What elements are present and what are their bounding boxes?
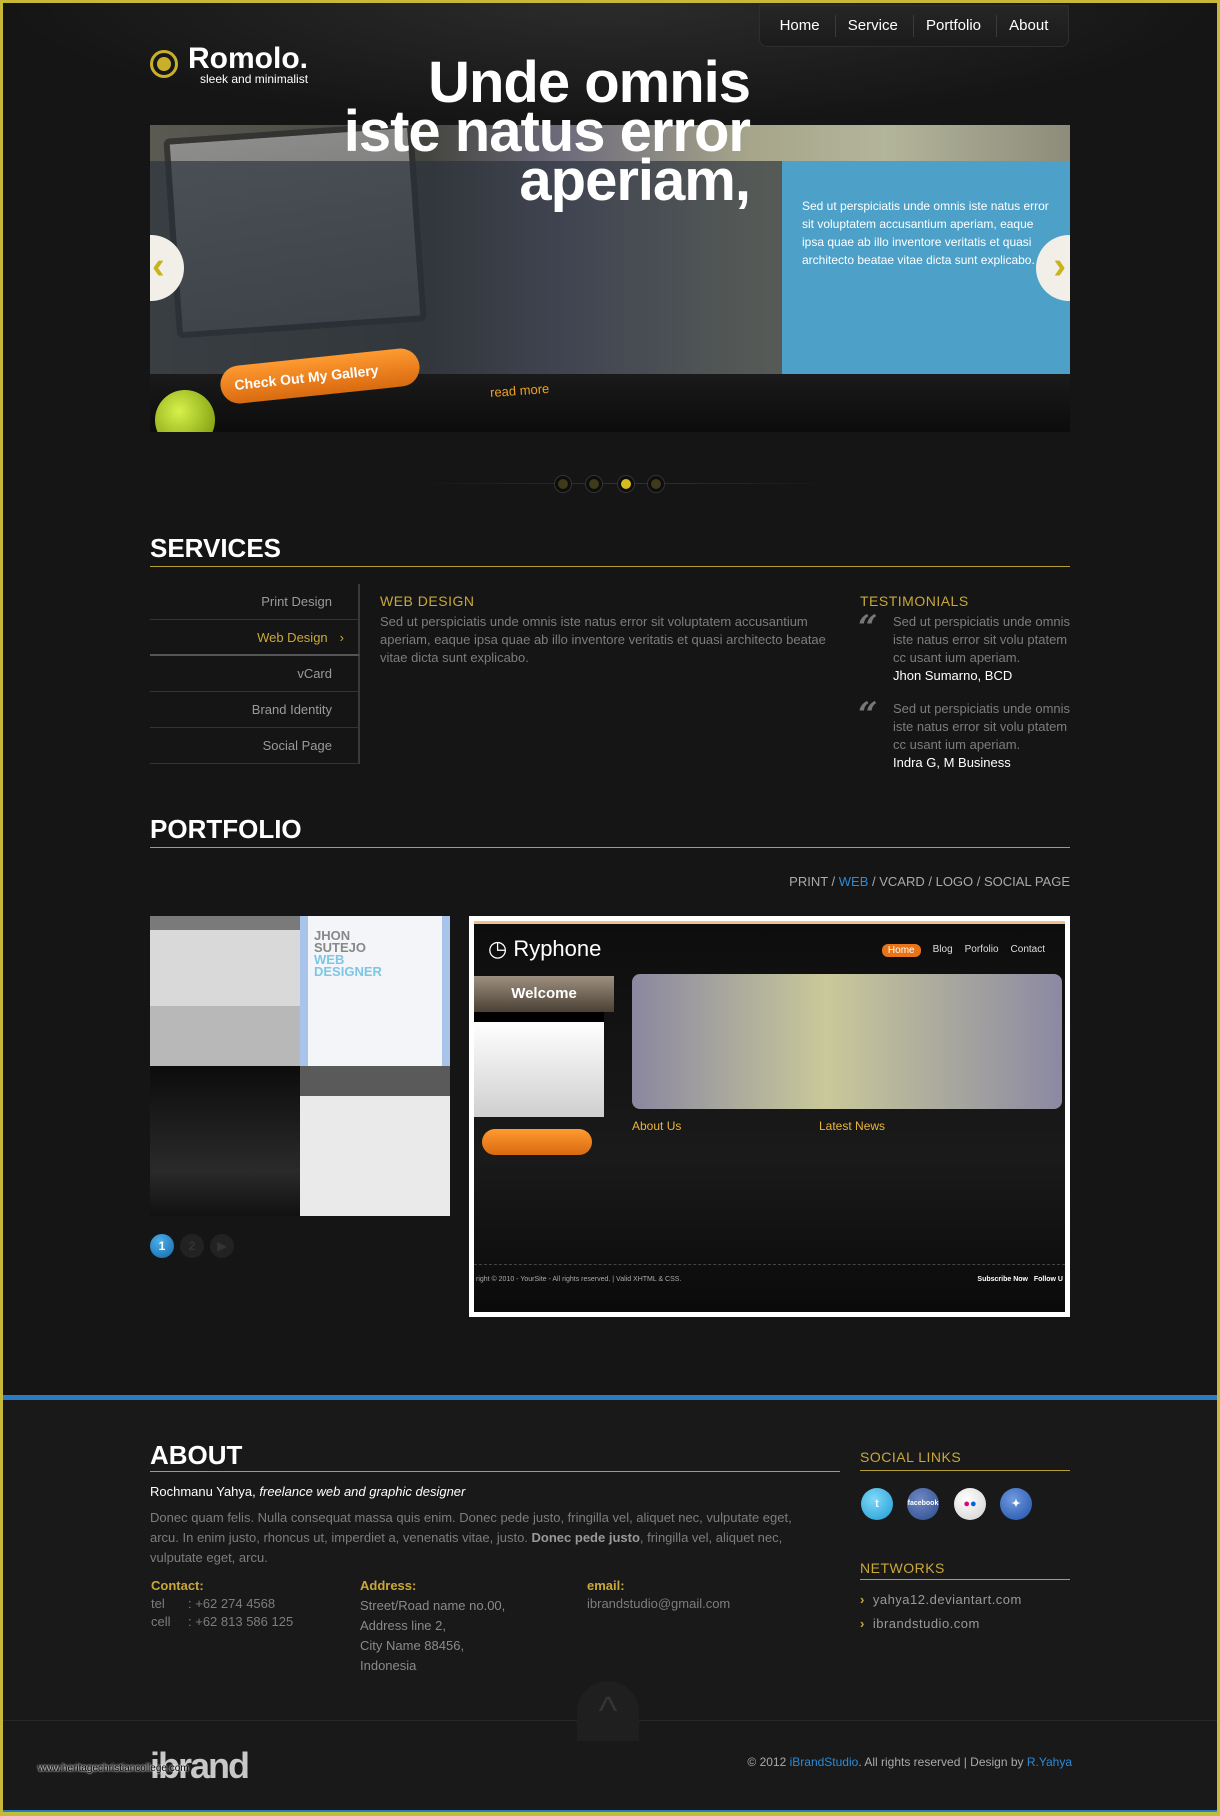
testimonial-text: Sed ut perspiciatis unde omnis iste natu… [893,701,1071,752]
portfolio-filter: PRINT / WEB / VCARD / LOGO / SOCIAL PAGE [789,874,1070,889]
filter-logo[interactable]: LOGO [936,874,974,889]
service-social-page[interactable]: Social Page [150,728,360,764]
designer-link[interactable]: R.Yahya [1027,1755,1072,1769]
filter-web[interactable]: WEB [839,874,869,889]
clock-icon: ◷ [488,936,514,961]
service-content-title: WEB DESIGN [380,593,475,609]
chevron-right-icon: › [860,1616,865,1631]
divider [860,1470,1070,1471]
services-title: SERVICES [150,533,282,563]
preview-nav-item: Contact [1010,944,1045,955]
divider [860,1579,1070,1580]
main-nav: Home Service Portfolio About [759,5,1069,47]
copyright: © 2012 iBrandStudio. All rights reserved… [747,1755,1072,1769]
slider-dot-1[interactable] [555,476,571,492]
slide-description-box: Sed ut perspiciatis unde omnis iste natu… [782,161,1070,374]
divider [150,847,1070,848]
testimonial-text: Sed ut perspiciatis unde omnis iste natu… [893,614,1071,665]
address: Street/Road name no.00, Address line 2, Ci… [360,1598,506,1673]
service-vcard[interactable]: vCard [150,656,360,692]
quote-icon: “ [858,608,878,648]
filter-print[interactable]: PRINT [789,874,828,889]
slider-dot-2[interactable] [586,476,602,492]
preview-nav-item: Porfolio [964,944,999,955]
preview-footer: right © 2010 - YourSite - All rights res… [476,1276,682,1283]
back-to-top-button[interactable]: ^ [577,1681,639,1741]
preview-banner [632,974,1062,1109]
preview-gallery-button [482,1129,592,1155]
divider [0,1395,1220,1400]
network-link-deviantart[interactable]: › yahya12.deviantart.com [860,1592,1022,1607]
nav-about[interactable]: About [996,15,1060,37]
testimonial: Sed ut perspiciatis unde omnis iste natu… [893,613,1073,685]
about-title: ABOUT [150,1440,243,1470]
service-brand-identity[interactable]: Brand Identity [150,692,360,728]
filter-social-page[interactable]: SOCIAL PAGE [984,874,1070,889]
about-text: Donec quam felis. Nulla consequat massa … [150,1510,792,1565]
chevron-left-icon: ‹ [152,245,165,287]
portfolio-title: PORTFOLIO [150,814,302,844]
divider [474,1264,1065,1265]
nav-portfolio[interactable]: Portfolio [912,15,993,37]
chevron-up-icon: ^ [598,1689,618,1733]
preview-welcome: Welcome [474,976,614,1012]
email-link[interactable]: ibrandstudio@gmail.com [587,1595,730,1613]
chevron-right-icon: › [1053,245,1066,287]
slide-headline: Unde omnis iste natus error aperiam, [150,54,751,210]
nav-service[interactable]: Service [834,15,910,37]
networks-title: NETWORKS [860,1560,945,1576]
portfolio-thumb-4[interactable] [300,1066,450,1216]
page-1-button[interactable]: 1 [150,1234,174,1258]
portfolio-thumb-1[interactable] [150,916,300,1066]
portfolio-preview[interactable]: ◷ Ryphone Home Blog Porfolio Contact Wel… [469,916,1070,1317]
twitter-icon[interactable]: t [861,1488,893,1520]
address-label: Address: [360,1578,417,1593]
facebook-icon[interactable]: facebook [907,1488,939,1520]
page-2-button[interactable]: 2 [180,1234,204,1258]
slider-dot-4[interactable] [648,476,664,492]
preview-image: ◷ Ryphone Home Blog Porfolio Contact Wel… [474,921,1065,1312]
preview-news: Latest News [819,1119,886,1133]
watermark: www.heritagechristiancollege.com [38,1763,189,1774]
network-link-ibrandstudio[interactable]: › ibrandstudio.com [860,1616,980,1631]
chevron-right-icon: › [339,630,344,645]
service-label: Web Design [257,630,328,645]
contact-label: Contact: [151,1578,204,1593]
preview-brand: ◷ Ryphone [488,936,602,961]
myspace-icon[interactable]: ✦ [1000,1488,1032,1520]
testimonial: Sed ut perspiciatis unde omnis iste natu… [893,700,1073,772]
divider [150,1471,840,1472]
next-page-button[interactable]: ▶ [210,1234,234,1258]
chevron-right-icon: › [860,1592,865,1607]
email-label: email: [587,1578,625,1593]
social-links-title: SOCIAL LINKS [860,1449,962,1465]
preview-about: About Us [632,1119,682,1133]
nav-home[interactable]: Home [768,15,832,37]
preview-nav-item: Blog [932,944,953,955]
contact-tel: tel: +62 274 4568 [151,1596,276,1611]
contact-cell: cell: +62 813 586 125 [151,1614,294,1629]
quote-icon: “ [858,695,878,735]
about-name: Rochmanu Yahya, freelance web and graphi… [150,1484,466,1499]
slider-dot-3-active[interactable] [618,476,634,492]
testimonials-title: TESTIMONIALS [860,593,969,609]
preview-subscribe: Subscribe Now Follow U [977,1276,1063,1283]
preview-phone [474,1012,604,1117]
filter-vcard[interactable]: VCARD [879,874,925,889]
portfolio-thumb-3[interactable] [150,1066,300,1216]
service-print-design[interactable]: Print Design [150,584,360,620]
service-content-text: Sed ut perspiciatis unde omnis iste natu… [380,614,826,665]
portfolio-thumb-2[interactable]: JHON SUTEJO WEB DESIGNER [300,916,450,1066]
preview-nav-item: Home [881,944,921,957]
testimonial-author: Indra G, M Business [893,755,1011,770]
slide-description: Sed ut perspiciatis unde omnis iste natu… [802,199,1049,267]
bottom-border [0,1810,1220,1816]
service-web-design[interactable]: Web Design › [150,620,360,656]
studio-link[interactable]: iBrandStudio [790,1755,859,1769]
testimonial-author: Jhon Sumarno, BCD [893,668,1013,683]
flickr-icon[interactable]: ●● [954,1488,986,1520]
preview-nav: Home Blog Porfolio Contact [881,944,1045,957]
divider [150,566,1070,567]
